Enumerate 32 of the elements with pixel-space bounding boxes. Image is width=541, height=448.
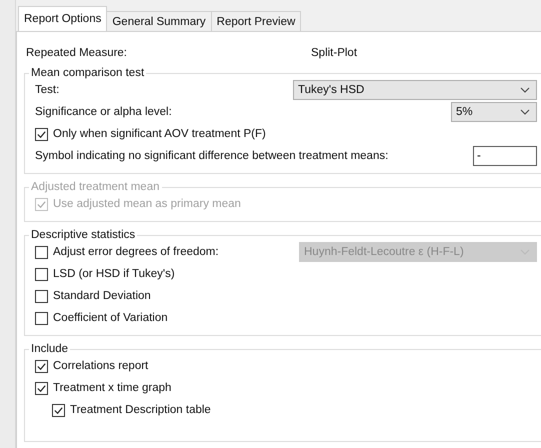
checkbox-option[interactable]: Treatment x time graph [35,382,172,394]
dropdown[interactable]: Tukey's HSD [293,80,537,100]
checkbox-option[interactable]: Adjust error degrees of freedom: [35,246,219,258]
checkbox[interactable] [35,246,48,258]
group-title: Mean comparison test [30,67,146,79]
checkbox-option[interactable]: Only when significant AOV treatment P(F) [35,128,266,140]
checkbox[interactable] [35,312,48,324]
chevron-icon [520,109,530,115]
field-label: Significance or alpha level: [35,106,173,118]
checkbox[interactable] [35,290,48,302]
group-title: Include [30,343,70,355]
checkbox[interactable] [52,404,65,416]
field-label: Symbol indicating no significant difference between treatment means: [35,150,390,162]
checkbox-option[interactable]: Coefficient of Variation [35,312,168,324]
chevron-icon [520,87,530,93]
field-label: Test: [35,84,60,96]
checkbox[interactable] [35,360,48,372]
checkbox-option[interactable]: Correlations report [35,360,148,372]
checkbox[interactable] [35,382,48,394]
dropdown[interactable]: 5% [451,102,537,122]
checkbox-option[interactable]: Treatment Description table [52,404,211,416]
tab[interactable]: Report Preview [210,11,302,31]
checkbox[interactable] [35,268,48,280]
repeated-measure-label: Repeated Measure: [26,47,128,59]
group-title: Descriptive statistics [30,229,136,241]
checkbox[interactable] [35,128,48,140]
group-title: Adjusted treatment mean [30,181,160,193]
checkbox-option[interactable]: LSD (or HSD if Tukey's) [35,268,175,280]
tab[interactable]: Report Options [18,6,108,31]
repeated-measure-value: Split-Plot [311,47,358,59]
checkbox-option[interactable]: Standard Deviation [35,290,151,302]
symbol-field[interactable]: - [473,146,537,166]
